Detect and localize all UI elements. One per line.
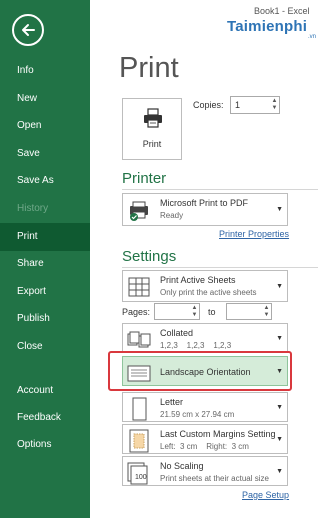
- printer-dropdown[interactable]: Microsoft Print to PDF Ready ▼: [122, 193, 288, 226]
- spin-down-icon[interactable]: ▼: [271, 105, 278, 112]
- back-arrow-icon[interactable]: [12, 14, 44, 46]
- settings-section-title: Settings: [122, 248, 177, 265]
- watermark-logo: Taimienphi: [227, 18, 308, 35]
- nav-item-close[interactable]: Close: [0, 334, 90, 360]
- paper-icon: [132, 397, 147, 421]
- copies-stepper[interactable]: 1 ▲ ▼: [230, 96, 280, 114]
- dropdown-arrow-icon: ▼: [276, 206, 283, 213]
- divider: [122, 267, 318, 268]
- spin-up-icon[interactable]: ▲: [263, 305, 270, 312]
- pages-from-input[interactable]: ▲ ▼: [154, 303, 200, 320]
- pages-to-label: to: [208, 307, 216, 317]
- page-title: Print: [119, 52, 179, 84]
- printer-name: Microsoft Print to PDF: [160, 198, 249, 208]
- pages-to-input[interactable]: ▲ ▼: [226, 303, 272, 320]
- collated-icon: [127, 331, 151, 348]
- margins-icon: [129, 429, 149, 453]
- page-setup-link[interactable]: Page Setup: [242, 490, 289, 500]
- window-title: Book1 - Excel: [254, 6, 310, 16]
- spin-down-icon[interactable]: ▼: [263, 312, 270, 319]
- nav-item-info[interactable]: Info: [0, 58, 90, 84]
- dropdown-arrow-icon: ▼: [276, 283, 283, 290]
- nav-item-new[interactable]: New: [0, 86, 90, 112]
- print-button[interactable]: Print: [122, 98, 182, 160]
- print-panel: Book1 - Excel Taimienphi .vn Print Print…: [90, 0, 320, 518]
- printer-properties-link[interactable]: Printer Properties: [219, 229, 289, 239]
- printer-status: Ready: [160, 211, 184, 220]
- svg-text:100: 100: [135, 474, 147, 481]
- highlight-callout: [108, 351, 292, 391]
- dropdown-arrow-icon: ▼: [276, 436, 283, 443]
- print-what-subtitle: Only print the active sheets: [160, 288, 257, 297]
- nav-item-account[interactable]: Account: [0, 378, 90, 404]
- scaling-dropdown[interactable]: 100 No Scaling Print sheets at their act…: [122, 456, 288, 486]
- nav-item-options[interactable]: Options: [0, 432, 90, 458]
- nav-item-print[interactable]: Print: [0, 223, 90, 251]
- spin-up-icon[interactable]: ▲: [191, 305, 198, 312]
- nav-item-save[interactable]: Save: [0, 141, 90, 167]
- margins-title: Last Custom Margins Setting: [160, 429, 276, 439]
- scaling-title: No Scaling: [160, 461, 204, 471]
- divider: [122, 189, 318, 190]
- active-sheets-icon: [128, 277, 150, 297]
- printer-icon: [144, 108, 162, 128]
- printer-ready-icon: [130, 201, 148, 221]
- nav-item-feedback[interactable]: Feedback: [0, 405, 90, 431]
- nav-item-share[interactable]: Share: [0, 251, 90, 277]
- paper-size-dropdown[interactable]: Letter 21.59 cm x 27.94 cm ▼: [122, 392, 288, 422]
- nav-item-publish[interactable]: Publish: [0, 306, 90, 332]
- nav-item-history: History: [17, 203, 49, 214]
- collation-subtitle: 1,2,3 1,2,3 1,2,3: [160, 341, 232, 350]
- margins-subtitle: Left: 3 cm Right: 3 cm: [160, 442, 249, 451]
- nav-item-save-as[interactable]: Save As: [0, 168, 90, 194]
- dropdown-arrow-icon: ▼: [276, 468, 283, 475]
- nav-item-export[interactable]: Export: [0, 279, 90, 305]
- spin-down-icon[interactable]: ▼: [191, 312, 198, 319]
- nav-item-open[interactable]: Open: [0, 113, 90, 139]
- watermark-suffix: .vn: [308, 34, 317, 40]
- printer-section-title: Printer: [122, 170, 167, 187]
- print-button-label: Print: [142, 139, 162, 149]
- collation-title: Collated: [160, 328, 194, 338]
- backstage-nav: Info New Open Save Save As History Print…: [0, 0, 90, 518]
- spin-up-icon[interactable]: ▲: [271, 98, 278, 105]
- scaling-subtitle: Print sheets at their actual size: [160, 474, 269, 483]
- dropdown-arrow-icon: ▼: [276, 335, 283, 342]
- dropdown-arrow-icon: ▼: [276, 404, 283, 411]
- copies-value: 1: [235, 100, 241, 110]
- paper-size-title: Letter: [160, 397, 184, 407]
- margins-dropdown[interactable]: Last Custom Margins Setting Left: 3 cm R…: [122, 424, 288, 454]
- collation-dropdown[interactable]: Collated 1,2,3 1,2,3 1,2,3 ▼: [122, 323, 288, 353]
- pages-label: Pages:: [122, 307, 151, 317]
- paper-size-subtitle: 21.59 cm x 27.94 cm: [160, 410, 235, 419]
- scaling-icon: 100: [127, 462, 148, 485]
- copies-label: Copies:: [193, 100, 224, 110]
- print-what-title: Print Active Sheets: [160, 275, 236, 285]
- print-what-dropdown[interactable]: Print Active Sheets Only print the activ…: [122, 270, 288, 302]
